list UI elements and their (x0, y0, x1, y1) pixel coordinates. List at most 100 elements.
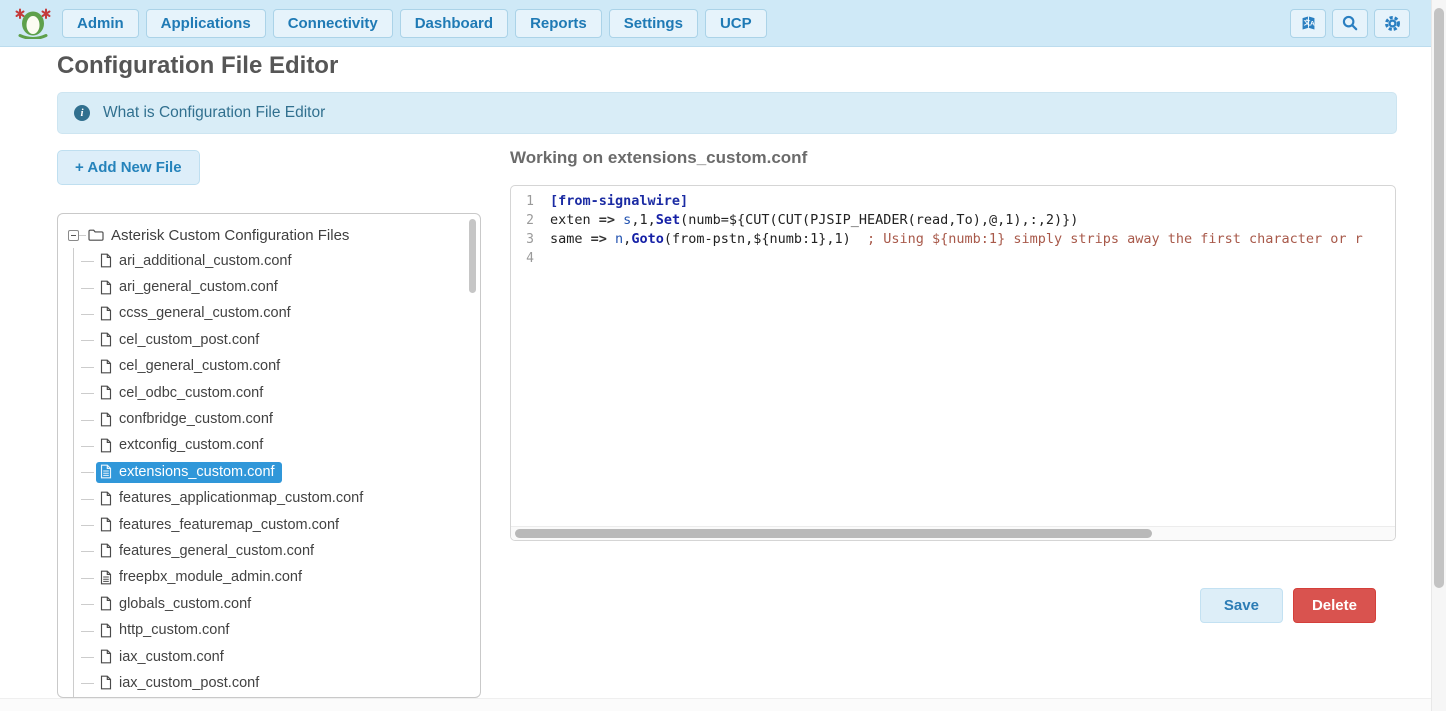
file-name: features_general_custom.conf (119, 543, 314, 559)
info-alert-text: What is Configuration File Editor (103, 104, 325, 122)
tree-file-ccss_general_custom.conf[interactable]: ccss_general_custom.conf (66, 301, 480, 327)
file-name: extensions_custom.conf (119, 464, 275, 480)
file-name: features_applicationmap_custom.conf (119, 490, 363, 506)
info-alert[interactable]: i What is Configuration File Editor (57, 92, 1397, 134)
file-icon (100, 543, 112, 558)
editor-hscroll-thumb[interactable] (515, 529, 1152, 538)
gear-icon (1383, 14, 1402, 33)
tree-file-iax_custom.conf[interactable]: iax_custom.conf (66, 644, 480, 670)
nav-tabs: AdminApplicationsConnectivityDashboardRe… (62, 9, 774, 38)
tree-file-features_featuremap_custom.conf[interactable]: features_featuremap_custom.conf (66, 512, 480, 538)
file-name: freepbx_module_admin.conf (119, 569, 302, 585)
code-editor[interactable]: 1234 [from-signalwire]exten => s,1,Set(n… (510, 185, 1396, 541)
tree-file-cel_general_custom.conf[interactable]: cel_general_custom.conf (66, 354, 480, 380)
nav-tab-admin[interactable]: Admin (62, 9, 139, 38)
tree-file-http_custom.conf[interactable]: http_custom.conf (66, 617, 480, 643)
nav-tab-ucp[interactable]: UCP (705, 9, 767, 38)
freepbx-config-file-editor-page: AdminApplicationsConnectivityDashboardRe… (0, 0, 1446, 711)
file-name: ari_additional_custom.conf (119, 253, 292, 269)
add-new-file-button[interactable]: + Add New File (57, 150, 200, 185)
line-number: 3 (511, 230, 534, 249)
freepbx-frog-logo[interactable] (14, 7, 52, 39)
file-name: cel_odbc_custom.conf (119, 385, 263, 401)
file-tree-panel: Asterisk Custom Configuration Files ari_… (57, 213, 481, 698)
file-name: globals_custom.conf (119, 596, 251, 612)
code-line-3: same => n,Goto(from-pstn,${numb:1},1) ; … (550, 230, 1394, 249)
file-icon (100, 412, 112, 427)
top-navbar: AdminApplicationsConnectivityDashboardRe… (0, 0, 1446, 47)
file-icon (100, 306, 112, 321)
file-text-icon (100, 570, 112, 585)
code-line-1: [from-signalwire] (550, 192, 1394, 211)
file-name: features_featuremap_custom.conf (119, 517, 339, 533)
file-icon (100, 280, 112, 295)
tree-file-list: ari_additional_custom.conf ari_general_cu… (66, 248, 480, 698)
search-icon (1341, 14, 1359, 32)
tree-file-extconfig_custom.conf[interactable]: extconfig_custom.conf (66, 433, 480, 459)
window-vertical-scrollbar[interactable] (1431, 0, 1446, 711)
nav-tab-settings[interactable]: Settings (609, 9, 698, 38)
line-number: 2 (511, 211, 534, 230)
tree-file-cel_odbc_custom.conf[interactable]: cel_odbc_custom.conf (66, 380, 480, 406)
search-button[interactable] (1332, 9, 1368, 38)
line-number: 1 (511, 192, 534, 211)
tree-file-extensions_custom.conf[interactable]: extensions_custom.conf (66, 459, 480, 485)
code-line-2: exten => s,1,Set(numb=${CUT(CUT(PJSIP_HE… (550, 211, 1394, 230)
tree-root-node[interactable]: Asterisk Custom Configuration Files (66, 222, 480, 248)
nav-tab-applications[interactable]: Applications (146, 9, 266, 38)
file-name: confbridge_custom.conf (119, 411, 273, 427)
settings-gear-button[interactable] (1374, 9, 1410, 38)
tree-file-features_general_custom.conf[interactable]: features_general_custom.conf (66, 538, 480, 564)
tree-root-label: Asterisk Custom Configuration Files (111, 227, 349, 244)
file-icon (100, 623, 112, 638)
file-icon (100, 385, 112, 400)
language-button[interactable]: 文 A (1290, 9, 1326, 38)
file-icon (100, 332, 112, 347)
file-name: http_custom.conf (119, 622, 229, 638)
file-name: ccss_general_custom.conf (119, 305, 291, 321)
nav-tab-connectivity[interactable]: Connectivity (273, 9, 393, 38)
tree-file-freepbx_module_admin.conf[interactable]: freepbx_module_admin.conf (66, 565, 480, 591)
tree-file-iax_custom_post.conf[interactable]: iax_custom_post.conf (66, 670, 480, 696)
delete-button[interactable]: Delete (1293, 588, 1376, 623)
window-vscroll-thumb[interactable] (1434, 8, 1444, 588)
code-line-4 (550, 249, 1394, 268)
tree-file-features_applicationmap_custom.conf[interactable]: features_applicationmap_custom.conf (66, 486, 480, 512)
language-icon: 文 A (1299, 14, 1318, 33)
line-number: 4 (511, 249, 534, 268)
tree-scrollbar[interactable] (469, 219, 476, 293)
file-name: ari_general_custom.conf (119, 279, 278, 295)
folder-icon (88, 228, 104, 242)
window-horizontal-scrollbar[interactable] (0, 698, 1431, 711)
file-icon (100, 517, 112, 532)
file-icon (100, 359, 112, 374)
file-icon (100, 491, 112, 506)
file-icon (100, 253, 112, 268)
file-text-icon (100, 464, 112, 479)
page-title: Configuration File Editor (57, 52, 338, 80)
nav-tab-dashboard[interactable]: Dashboard (400, 9, 508, 38)
nav-tab-reports[interactable]: Reports (515, 9, 602, 38)
editor-actions: Save Delete (510, 588, 1376, 623)
save-button[interactable]: Save (1200, 588, 1283, 623)
tree-file-globals_custom.conf[interactable]: globals_custom.conf (66, 591, 480, 617)
svg-text:A: A (1310, 20, 1315, 27)
tree-connector (79, 235, 86, 236)
collapse-expander-icon[interactable] (68, 230, 79, 241)
code-content[interactable]: [from-signalwire]exten => s,1,Set(numb=$… (543, 192, 1394, 525)
file-name: iax_custom.conf (119, 649, 224, 665)
tree-file-cel_custom_post.conf[interactable]: cel_custom_post.conf (66, 327, 480, 353)
tree-file-ari_general_custom.conf[interactable]: ari_general_custom.conf (66, 274, 480, 300)
info-icon: i (74, 105, 90, 121)
line-number-gutter: 1234 (511, 192, 543, 525)
tree-file-ari_additional_custom.conf[interactable]: ari_additional_custom.conf (66, 248, 480, 274)
file-icon (100, 675, 112, 690)
file-name: extconfig_custom.conf (119, 437, 263, 453)
file-icon (100, 596, 112, 611)
editor-horizontal-scrollbar (511, 526, 1395, 540)
tree-file-confbridge_custom.conf[interactable]: confbridge_custom.conf (66, 406, 480, 432)
file-icon (100, 649, 112, 664)
file-icon (100, 438, 112, 453)
nav-right-icons: 文 A (1290, 9, 1410, 38)
file-name: cel_custom_post.conf (119, 332, 259, 348)
